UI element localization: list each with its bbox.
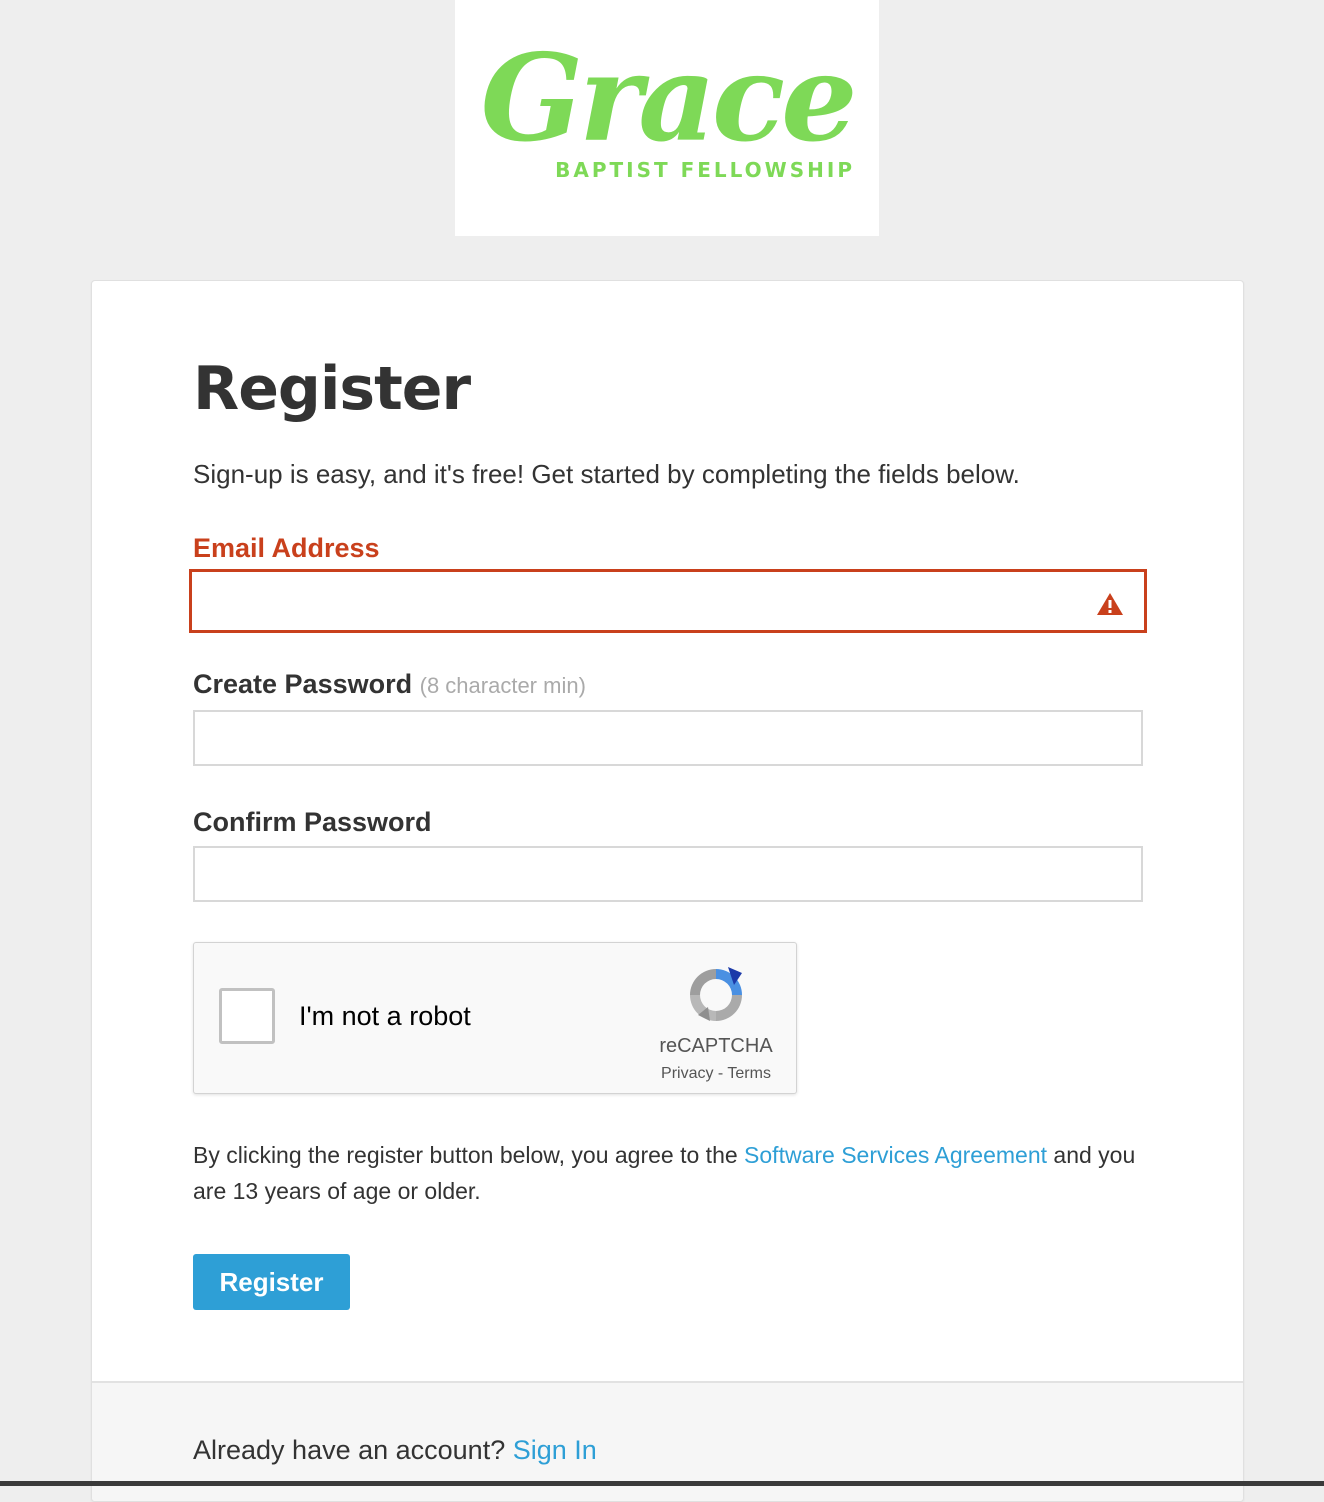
recaptcha-label: I'm not a robot	[299, 1001, 471, 1031]
recaptcha-terms-link[interactable]: Terms	[727, 1065, 771, 1082]
logo-sub-text: BAPTIST FELLOWSHIP	[555, 158, 855, 182]
email-field-wrapper	[189, 569, 1147, 633]
recaptcha-widget: I'm not a robot reCAPTCHA Privacy - Term…	[193, 942, 797, 1094]
create-password-field[interactable]	[195, 712, 1141, 764]
confirm-password-label: Confirm Password	[193, 807, 432, 837]
email-label: Email Address	[193, 533, 380, 563]
bottom-edge	[0, 1481, 1324, 1486]
warning-triangle-icon	[1097, 593, 1123, 615]
recaptcha-links: Privacy - Terms	[634, 1065, 798, 1083]
sign-in-question: Already have an account?	[193, 1435, 513, 1465]
create-password-label: Create Password (8 character min)	[193, 669, 586, 700]
sign-in-link[interactable]: Sign In	[513, 1435, 597, 1465]
agreement-prefix: By clicking the register button below, y…	[193, 1142, 745, 1168]
create-password-field-wrapper	[193, 710, 1143, 766]
recaptcha-checkbox[interactable]	[219, 988, 275, 1044]
recaptcha-brand: reCAPTCHA	[659, 1035, 773, 1057]
church-logo: Grace BAPTIST FELLOWSHIP	[455, 0, 879, 236]
logo-main-text: Grace	[481, 28, 854, 169]
recaptcha-logo-icon	[690, 967, 742, 1021]
register-form: Register Sign-up is easy, and it's free!…	[92, 281, 1243, 1381]
password-hint: (8 character min)	[419, 673, 586, 698]
create-password-label-text: Create Password	[193, 669, 413, 699]
software-services-agreement-link[interactable]: Software Services Agreement	[744, 1142, 1047, 1168]
intro-text: Sign-up is easy, and it's free! Get star…	[193, 459, 1020, 489]
register-card: Register Sign-up is easy, and it's free!…	[91, 280, 1244, 1502]
confirm-password-field-wrapper	[193, 846, 1143, 902]
sign-in-prompt: Already have an account? Sign In	[193, 1435, 597, 1466]
recaptcha-link-separator: -	[713, 1065, 728, 1082]
confirm-password-field[interactable]	[195, 848, 1141, 900]
email-field[interactable]	[192, 572, 1144, 630]
agreement-text: By clicking the register button below, y…	[193, 1137, 1143, 1209]
register-button[interactable]: Register	[193, 1254, 350, 1310]
page-title: Register	[193, 354, 471, 424]
recaptcha-privacy-link[interactable]: Privacy	[661, 1065, 713, 1082]
grace-logo-graphic: Grace BAPTIST FELLOWSHIP	[481, 28, 858, 182]
